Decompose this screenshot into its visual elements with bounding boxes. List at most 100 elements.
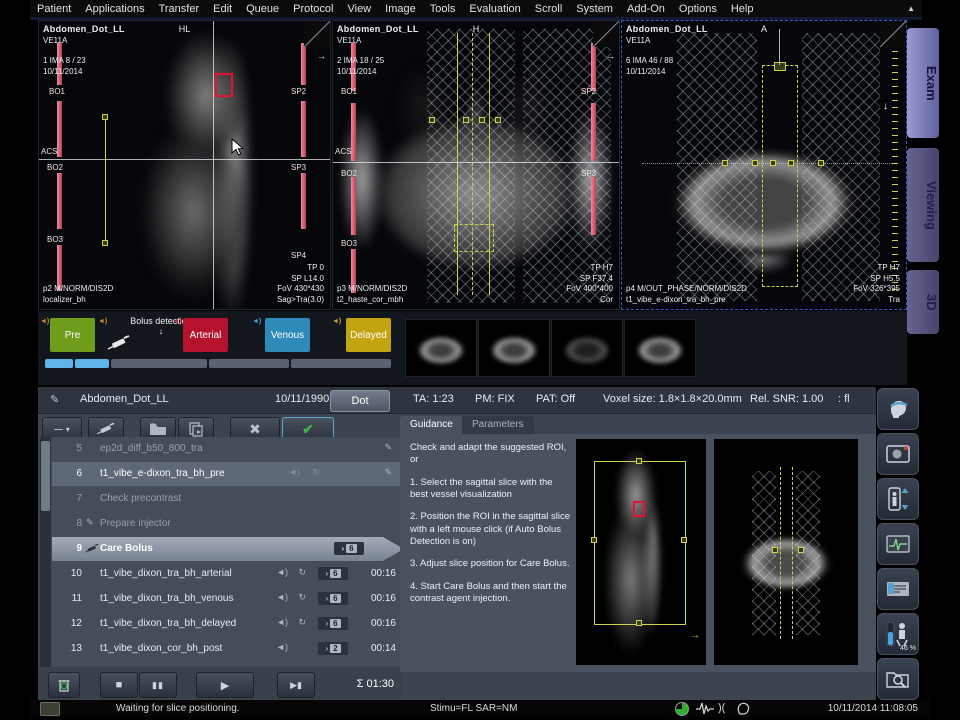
image-text-block: p2 M/NORM/DIS2D localizer_bh: [43, 284, 113, 305]
queue-row-13[interactable]: 13 t1_vibe_dixon_cor_bh_post ◄) › 2 00:1…: [52, 637, 400, 661]
crosshair-horizontal-line: [333, 162, 619, 163]
menu-item-scroll[interactable]: Scroll: [528, 3, 570, 15]
queue-row-9-current[interactable]: 9 Care Bolus › 6: [52, 537, 404, 561]
queue-row-5[interactable]: 5 ep2d_diff_b50_800_tra ✎: [52, 437, 400, 461]
menu-scroll-icon[interactable]: ▲: [900, 4, 922, 13]
menu-item-evaluation[interactable]: Evaluation: [462, 3, 527, 15]
menu-item-applications[interactable]: Applications: [78, 3, 151, 15]
repeat-icon: ↻: [298, 567, 306, 578]
fov-handle[interactable]: [636, 620, 642, 626]
queue-row-6[interactable]: 6 t1_vibe_e-dixon_tra_bh_pre ◄) ↻ ✎: [52, 462, 400, 486]
care-bolus-roi[interactable]: [215, 73, 233, 97]
slice-group-line[interactable]: [489, 33, 490, 295]
tab-viewing[interactable]: Viewing: [907, 148, 939, 262]
scroll-down-icon[interactable]: ↓: [883, 101, 888, 112]
viewport-axial[interactable]: ↓ Abdomen_Dot_LL VE11A 6 IMA 46 / 88 10/…: [621, 20, 907, 310]
fov-handle[interactable]: [681, 537, 687, 543]
image-thumbnail[interactable]: [478, 319, 550, 377]
mouse-cursor: [231, 138, 244, 156]
dot-button[interactable]: Dot: [330, 390, 390, 412]
row-name: Care Bolus: [100, 543, 153, 554]
edit-properties-icon[interactable]: ✎: [384, 467, 392, 478]
phase-pre[interactable]: Pre: [50, 318, 95, 352]
menu-item-image[interactable]: Image: [378, 3, 423, 15]
queue-row-12[interactable]: 12 t1_vibe_dixon_tra_bh_delayed ◄) ↻ › 6…: [52, 612, 400, 636]
menu-item-help[interactable]: Help: [724, 3, 761, 15]
fov-handle[interactable]: [636, 458, 642, 464]
patient-registration-button[interactable]: [877, 388, 919, 430]
pause-icon: ▮▮: [152, 680, 164, 691]
skip-button[interactable]: ▶▮: [277, 672, 315, 698]
step-arrow-icon[interactable]: →: [606, 51, 615, 61]
head-coil-icon: [886, 397, 910, 421]
folder-search-icon: [885, 668, 911, 690]
queue-scrollbar[interactable]: [40, 437, 51, 667]
queue-row-11[interactable]: 11 t1_vibe_dixon_tra_bh_venous ◄) ↻ › 6 …: [52, 587, 400, 611]
bolus-track-box[interactable]: [454, 224, 494, 252]
coil-bar: [57, 173, 62, 229]
step-arrow-icon[interactable]: →: [317, 51, 326, 61]
coil-label: BO3: [341, 239, 357, 248]
physio-signal-button[interactable]: [877, 523, 919, 565]
viewport-sagittal[interactable]: BO1 BO2 BO3 SP2 SP3 SP4 → Abdomen_Dot_LL…: [38, 20, 331, 310]
care-bolus-roi-preview[interactable]: [633, 501, 645, 517]
menu-item-options[interactable]: Options: [672, 3, 724, 15]
folder-icon: [149, 422, 167, 436]
browse-images-button[interactable]: [877, 658, 919, 700]
edit-properties-icon[interactable]: ✎: [384, 442, 392, 453]
tab-3d[interactable]: 3D: [907, 270, 939, 334]
menu-item-addon[interactable]: Add-On: [620, 3, 672, 15]
menu-item-system[interactable]: System: [569, 3, 620, 15]
slice-group-line[interactable]: [457, 33, 458, 295]
edit-protocol-icon[interactable]: ✎: [50, 393, 59, 406]
fov-box[interactable]: [594, 461, 686, 625]
phase-delayed[interactable]: Delayed: [346, 318, 391, 352]
queue-row-8[interactable]: 8 ✎ Prepare injector: [52, 512, 400, 536]
phase-venous[interactable]: Venous: [265, 318, 310, 352]
viewport-coronal[interactable]: BO1 BO2 BO3 SP2 SP3 → Abdomen_Dot_LL VE1…: [332, 20, 620, 310]
tab-guidance[interactable]: Guidance: [400, 416, 463, 434]
skip-icon: ▶▮: [290, 680, 302, 691]
slice-handle-bottom[interactable]: [102, 240, 108, 246]
scrollbar-thumb[interactable]: [41, 441, 50, 511]
slice-handle-top[interactable]: [102, 114, 108, 120]
play-button[interactable]: ▶: [196, 672, 254, 698]
guidance-sagittal-image[interactable]: →: [576, 439, 706, 665]
guidance-step: 1. Select the sagittal slice with the be…: [410, 477, 570, 502]
image-thumbnail[interactable]: [624, 319, 696, 377]
delete-button[interactable]: [48, 672, 80, 698]
slice-position-line[interactable]: [105, 117, 106, 243]
menu-item-transfer[interactable]: Transfer: [152, 3, 207, 15]
scan-time: 00:14: [371, 643, 396, 654]
queue-row-10[interactable]: 10 t1_vibe_dixon_tra_bh_arterial ◄) ↻ › …: [52, 562, 400, 586]
stop-button[interactable]: ■: [100, 672, 138, 698]
menu-item-queue[interactable]: Queue: [239, 3, 286, 15]
fov-handle[interactable]: [591, 537, 597, 543]
image-thumbnail[interactable]: [551, 319, 623, 377]
slice-center-line[interactable]: [472, 33, 473, 295]
corner-fold: [593, 21, 619, 47]
table-position-button[interactable]: [877, 478, 919, 520]
menu-item-patient[interactable]: Patient: [30, 3, 78, 15]
row-name: t1_vibe_dixon_tra_bh_delayed: [100, 618, 236, 629]
tab-parameters[interactable]: Parameters: [462, 416, 534, 434]
pause-button[interactable]: ▮▮: [139, 672, 177, 698]
phase-arterial[interactable]: Arterial: [183, 318, 228, 352]
slab-handle-top[interactable]: [774, 62, 786, 71]
menu-item-view[interactable]: View: [340, 3, 378, 15]
badge-count: 2: [330, 644, 340, 653]
menu-item-tools[interactable]: Tools: [423, 3, 463, 15]
tab-exam[interactable]: Exam: [907, 28, 939, 138]
menu-item-protocol[interactable]: Protocol: [286, 3, 340, 15]
protocol-printout-button[interactable]: [877, 568, 919, 610]
image-thumbnail[interactable]: [405, 319, 477, 377]
menu-item-edit[interactable]: Edit: [206, 3, 239, 15]
queue-row-7[interactable]: 7 Check precontrast: [52, 487, 400, 511]
guidance-axial-image[interactable]: [714, 439, 858, 665]
head-outline-icon: [736, 702, 750, 715]
audio-icon: ◄): [288, 467, 300, 477]
bolus-slab-box[interactable]: [762, 65, 798, 287]
badge-count: 6: [330, 569, 340, 578]
snapshot-button[interactable]: [877, 433, 919, 475]
slice-marker: [818, 160, 824, 166]
